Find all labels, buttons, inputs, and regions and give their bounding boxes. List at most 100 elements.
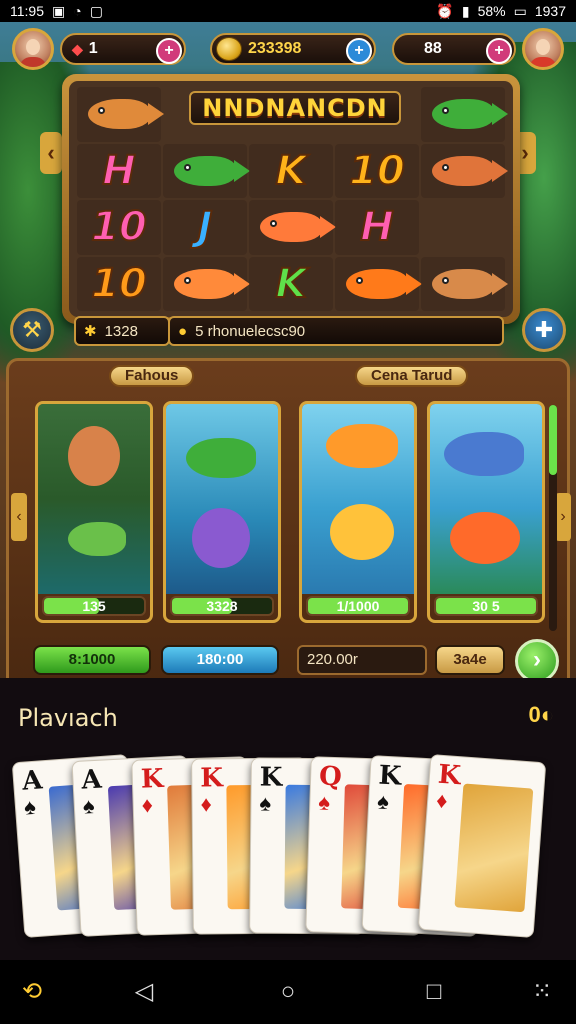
fish-symbol-icon — [432, 268, 508, 299]
panel-next-arrow[interactable]: › — [555, 493, 571, 541]
catch-progress-2: 3328 — [170, 596, 274, 616]
panel-prev-arrow[interactable]: ‹ — [11, 493, 27, 541]
back-icon[interactable]: ◁ — [130, 978, 158, 1006]
bluefish-scene — [430, 404, 542, 594]
slot-machine: H K 10 10 J H 10 K NNDNANCDN — [62, 74, 520, 324]
reel-cell: J — [163, 200, 247, 255]
star-icon: ✱ — [84, 323, 97, 340]
fish-symbol-icon — [346, 268, 422, 299]
bet-green-button[interactable]: 8:1000 — [33, 645, 151, 675]
battery-icon: ▭ — [513, 2, 527, 19]
catch-value-4: 30 5 — [472, 598, 500, 614]
game-screen: 11:95 ▣ ◔ ▢ ⏰ ▮ 58% ▭ 1937 ◆ 1 + 233398 … — [0, 0, 576, 1024]
coin-counter: 233398 + — [210, 33, 376, 65]
reel-cell — [421, 87, 508, 142]
card-rank: K — [200, 763, 224, 794]
sync-icon: ◔ — [73, 3, 82, 19]
fish-symbol-icon — [88, 99, 164, 130]
go-button[interactable]: › — [515, 639, 559, 683]
fish-symbol-icon — [174, 268, 250, 299]
card-suit-icon: ♠ — [259, 790, 272, 816]
tools-button[interactable]: ⚒ — [10, 308, 54, 352]
hand-area: Plavıach 0◐ A ♠ A ♠ K ♦ K ♦ K ♠ Q ♠ K ♠ K ♦ — [0, 678, 576, 960]
catch-progress-4: 30 5 — [434, 596, 538, 616]
reel-cell: 10 — [335, 143, 419, 198]
card-suit-icon: ♦ — [200, 791, 212, 817]
lives-icon: ◆ — [72, 40, 83, 57]
catch-value-1: 135 — [82, 598, 106, 614]
add-gems-button[interactable]: + — [486, 38, 512, 64]
add-lives-button[interactable]: + — [156, 38, 182, 64]
bet-small-button[interactable]: 3a4e — [435, 645, 505, 675]
apps-grid-icon[interactable]: ⁙ — [528, 978, 556, 1006]
symbol-letter: 10 — [90, 260, 148, 308]
reel-cell — [77, 87, 164, 142]
card-rank: Q — [318, 761, 343, 793]
timer-icon: ◐ — [540, 702, 554, 727]
creature-card-2[interactable]: 3328 — [163, 401, 281, 623]
symbol-letter: H — [359, 203, 395, 251]
card-rank: A — [21, 765, 44, 797]
card-artwork — [454, 783, 534, 913]
player-avatar[interactable] — [12, 28, 54, 70]
add-coins-button[interactable]: + — [346, 38, 372, 64]
back-swipe-icon[interactable]: ⟲ — [18, 978, 46, 1006]
card-rank: K — [437, 759, 462, 792]
catch-value-2: 3328 — [206, 598, 238, 614]
reel-cell: H — [335, 200, 419, 255]
score-pill: ✱ 1328 — [74, 316, 170, 346]
creature-card-1[interactable]: 135 — [35, 401, 153, 623]
hand-count: 0◐ — [528, 702, 554, 728]
opponent-avatar[interactable] — [522, 28, 564, 70]
symbol-letter: 10 — [348, 147, 406, 195]
playing-card[interactable]: K ♦ — [417, 753, 547, 939]
panel-scrollbar[interactable] — [549, 405, 557, 631]
reel-cell — [163, 256, 250, 311]
slot-prev-arrow[interactable]: ‹ — [40, 132, 62, 174]
card-suit-icon: ♦ — [435, 787, 449, 814]
bet-amount-field[interactable]: 220.00r — [297, 645, 427, 675]
card-suit-icon: ♠ — [82, 793, 96, 819]
catch-panel: Fahous Cena Tarud ‹ › 135 3328 1/1000 30… — [6, 358, 571, 694]
symbol-letter: 10 — [90, 203, 148, 251]
expand-button[interactable]: ✚ — [522, 308, 566, 352]
section-tag-left: Fahous — [109, 365, 195, 387]
coin-icon — [216, 37, 242, 61]
catch-value-3: 1/1000 — [336, 598, 380, 614]
status-clock-right: 1937 — [534, 3, 566, 19]
reel-cell: 10 — [77, 200, 161, 255]
catch-progress-1: 135 — [42, 596, 146, 616]
home-icon[interactable]: ○ — [274, 978, 302, 1006]
game-area: ◆ 1 + 233398 + 88 + ‹ › H K 10 10 J H 10 K — [0, 22, 576, 694]
slot-title: NNDNANCDN — [189, 91, 401, 125]
info-row: ⚒ ✱ 1328 ● 5 rhonuelecsc90 ✚ — [0, 308, 576, 354]
bet-blue-button[interactable]: 180:00 — [161, 645, 279, 675]
reel-cell — [335, 256, 422, 311]
gem-counter: 88 + — [392, 33, 516, 65]
hand-count-value: 0 — [528, 702, 541, 727]
gem-value: 88 — [424, 40, 442, 57]
message-pill: ● 5 rhonuelecsc90 — [168, 316, 504, 346]
creature-card-4[interactable]: 30 5 — [427, 401, 545, 623]
reel-cell: K — [249, 143, 333, 198]
goldfish-scene — [302, 404, 414, 594]
reel-cell: 10 — [77, 256, 161, 311]
signal-icon: ▮ — [461, 2, 470, 19]
score-value: 1328 — [104, 322, 138, 340]
recents-icon[interactable]: □ — [420, 978, 448, 1006]
symbol-letter: J — [197, 203, 214, 251]
symbol-letter: H — [101, 147, 137, 195]
card-suit-icon: ♠ — [23, 793, 37, 820]
reel-cell — [421, 143, 508, 198]
fish-symbol-icon — [432, 99, 508, 130]
lives-counter: ◆ 1 + — [60, 33, 186, 65]
scrollbar-thumb[interactable] — [549, 405, 557, 475]
symbol-letter: K — [275, 260, 308, 308]
status-bar: 11:95 ▣ ◔ ▢ ⏰ ▮ 58% ▭ 1937 — [0, 0, 576, 22]
top-hud: ◆ 1 + 233398 + 88 + — [0, 28, 576, 72]
lives-value: 1 — [88, 40, 98, 57]
bait-icon: ● — [178, 322, 188, 340]
creature-card-3[interactable]: 1/1000 — [299, 401, 417, 623]
reel-cell — [163, 143, 250, 198]
symbol-letter: K — [275, 147, 308, 195]
